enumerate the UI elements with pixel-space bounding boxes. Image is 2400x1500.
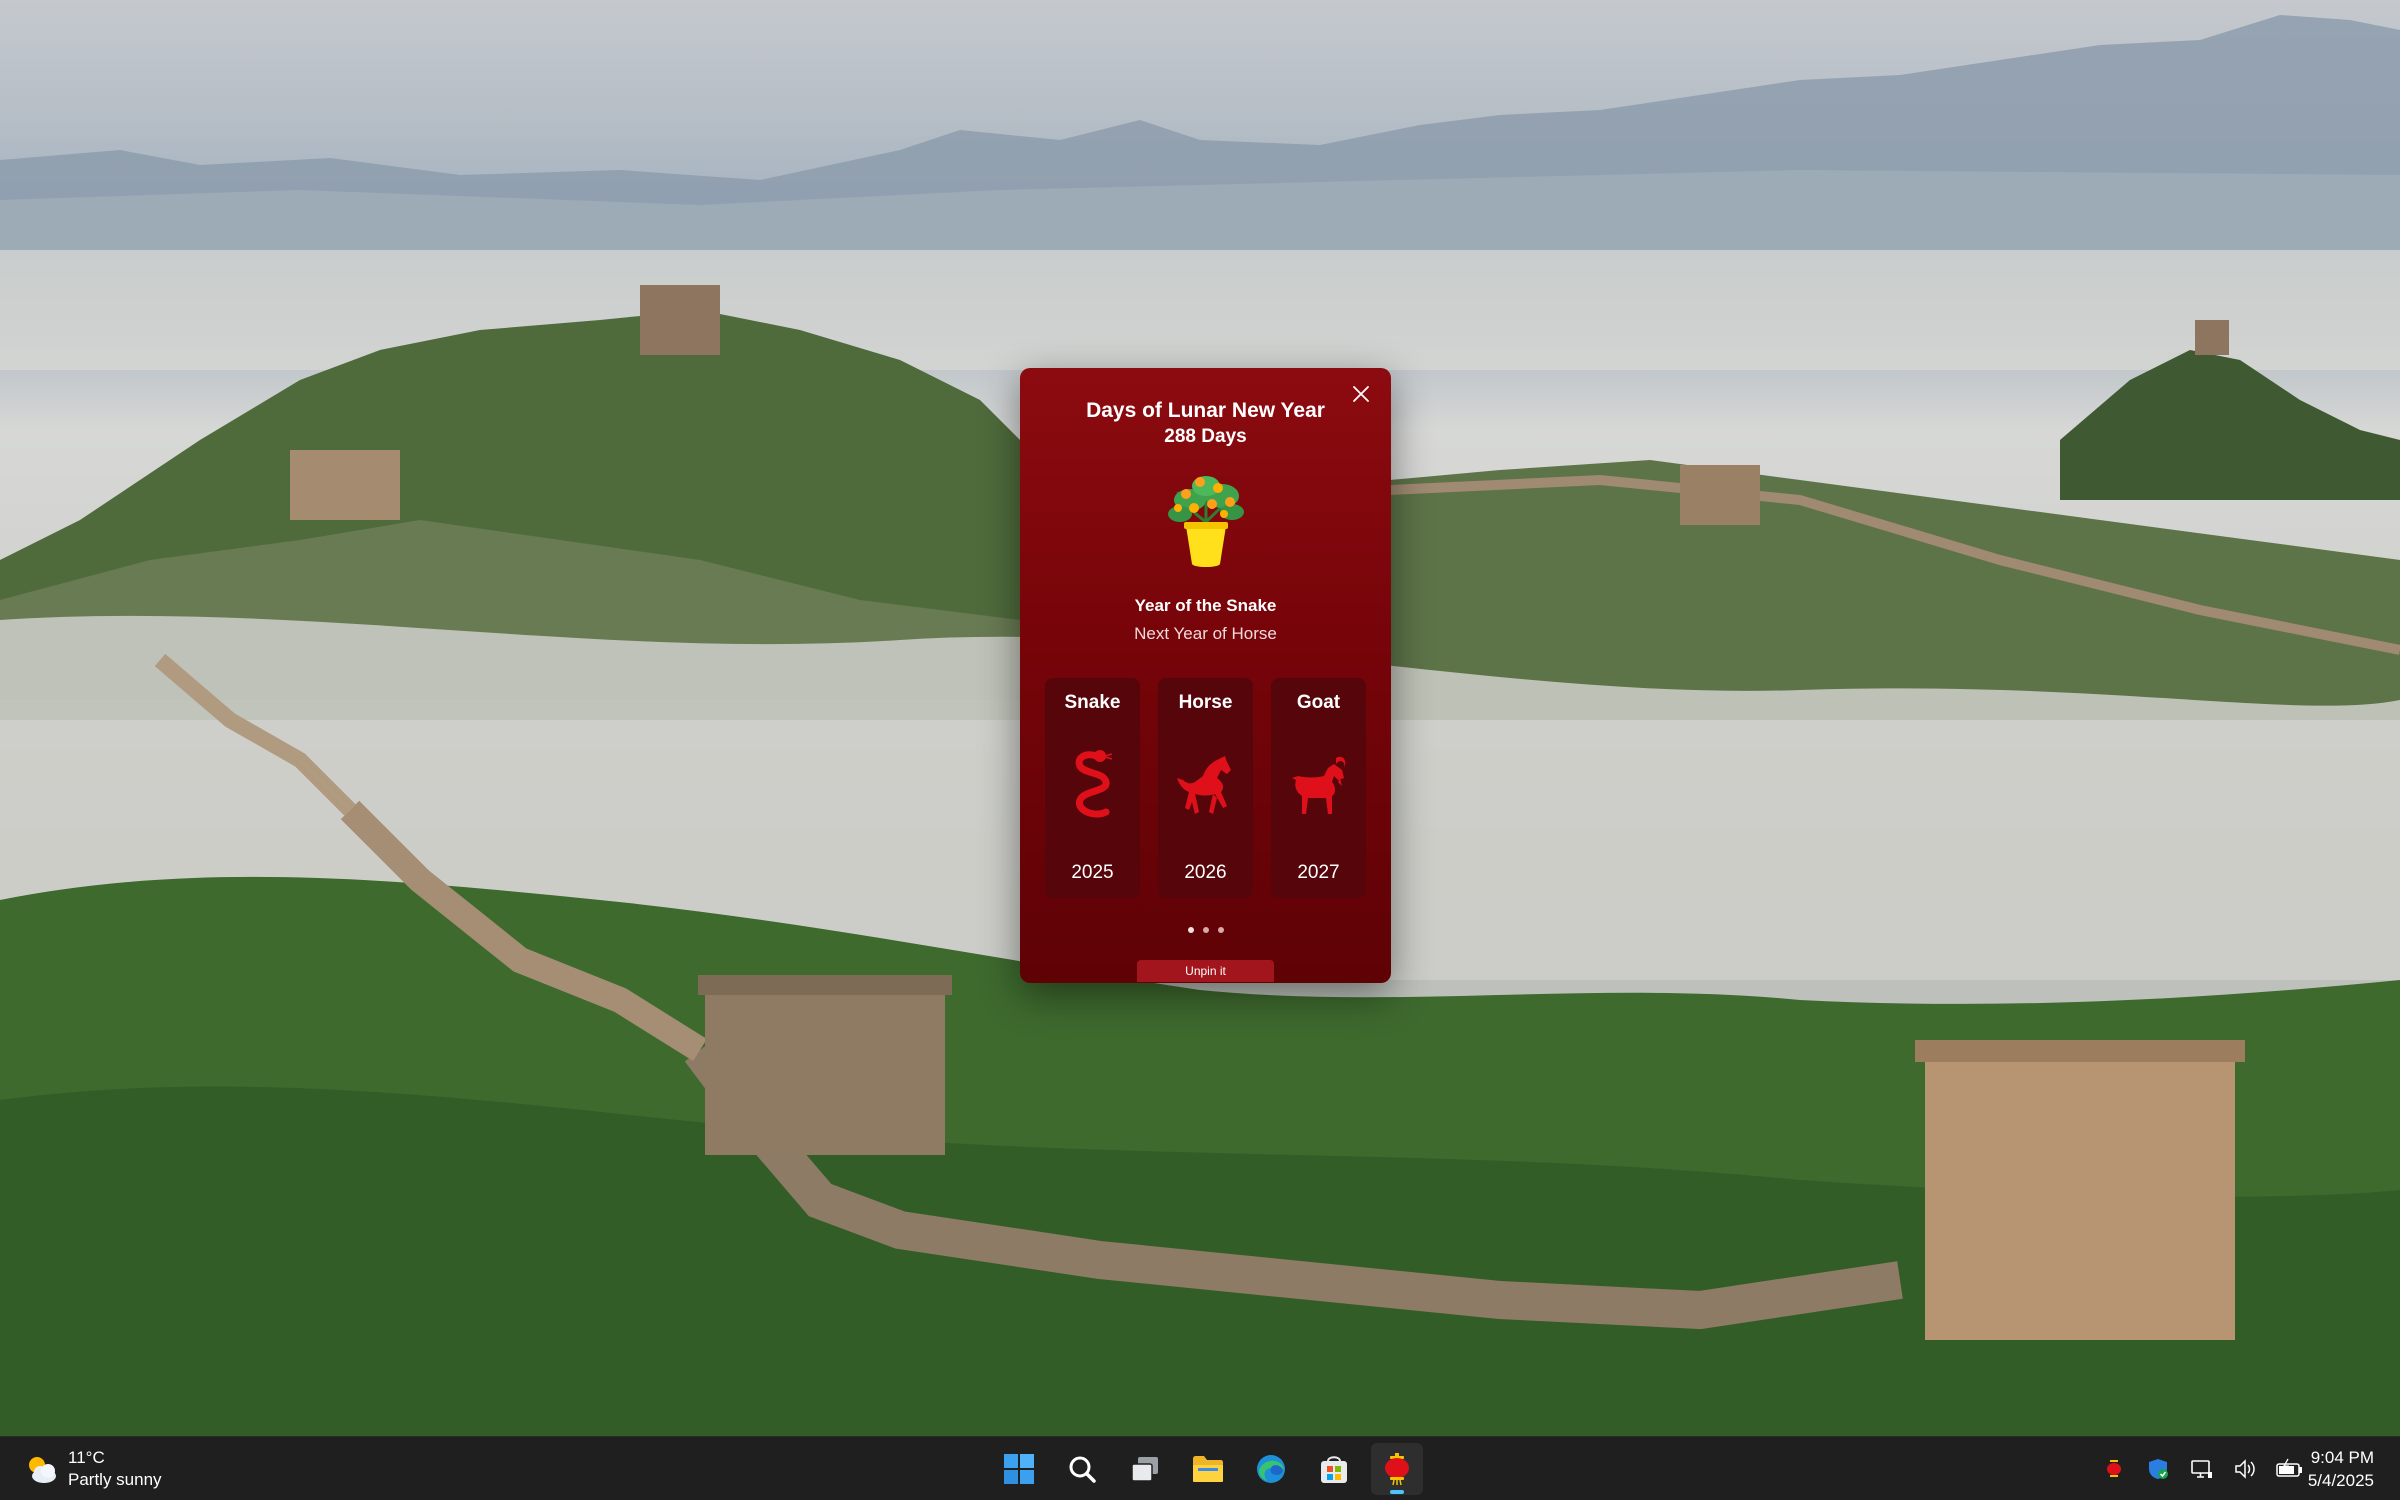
weather-widget[interactable]: 11°C Partly sunny [22,1445,162,1493]
task-view-icon [1131,1457,1158,1482]
zodiac-card-snake[interactable]: Snake 2025 [1045,678,1140,898]
page-dot-3[interactable] [1217,927,1224,933]
taskbar: 11°C Partly sunny 9:04 PM 5/4/2025 [0,1436,2400,1500]
start-button[interactable] [993,1443,1045,1495]
search-button[interactable] [1056,1443,1108,1495]
clock-time: 9:04 PM [2310,1448,2374,1467]
card-name: Goat [1296,692,1341,713]
snake-icon [1075,750,1113,818]
horse-icon [1177,756,1231,814]
zodiac-card-horse[interactable]: Horse 2026 [1158,678,1253,898]
page-dot-1[interactable] [1187,927,1194,933]
kumquat-plant-icon [1168,476,1244,567]
tray-battery[interactable] [2274,1453,2306,1485]
battery-icon [2276,1458,2302,1477]
card-year: 2026 [1184,862,1227,883]
task-view-button[interactable] [1119,1443,1171,1495]
store-icon [1321,1456,1347,1483]
tray-volume[interactable] [2230,1453,2262,1485]
store-button[interactable] [1308,1443,1360,1495]
lunar-new-year-app-button[interactable] [1371,1443,1423,1495]
system-tray [2098,1453,2306,1485]
tray-network[interactable] [2186,1453,2218,1485]
current-year-label: Year of the Snake [1134,596,1277,615]
taskbar-apps [993,1443,1423,1495]
page-dot-2[interactable] [1202,927,1209,933]
network-icon [2191,1460,2212,1478]
page-dots [1020,927,1391,933]
card-name: Horse [1178,692,1233,713]
zodiac-card-goat[interactable]: Goat 2027 [1271,678,1366,898]
windows-start-icon [1004,1454,1034,1484]
edge-icon [1257,1455,1285,1483]
tray-lantern[interactable] [2098,1453,2130,1485]
days-count: 288 Days [1164,426,1247,447]
next-year-label: Next Year of Horse [1134,624,1277,643]
volume-icon [2235,1459,2255,1479]
zodiac-cards: Snake 2025 Horse 2026 Goat 2027 [1045,678,1366,898]
tray-security[interactable] [2142,1453,2174,1485]
unpin-button[interactable]: Unpin it [1137,960,1274,982]
card-year: 2027 [1297,862,1340,883]
edge-button[interactable] [1245,1443,1297,1495]
widget-title: Days of Lunar New Year [1086,399,1325,422]
security-shield-icon [2149,1459,2168,1479]
partly-sunny-icon [29,1457,56,1483]
clock[interactable]: 9:04 PM 5/4/2025 [2308,1446,2374,1492]
lantern-icon [1385,1453,1409,1486]
search-icon [1069,1456,1096,1483]
lantern-icon [2107,1460,2121,1477]
weather-temperature: 11°C [68,1448,105,1467]
goat-icon [1292,756,1346,814]
weather-condition: Partly sunny [68,1470,162,1489]
file-explorer-button[interactable] [1182,1443,1234,1495]
lunar-new-year-widget: Days of Lunar New Year 288 Days Year of … [1020,368,1391,983]
folder-icon [1193,1456,1223,1482]
card-year: 2025 [1071,862,1114,883]
card-name: Snake [1064,692,1121,713]
clock-date: 5/4/2025 [2307,1471,2374,1490]
